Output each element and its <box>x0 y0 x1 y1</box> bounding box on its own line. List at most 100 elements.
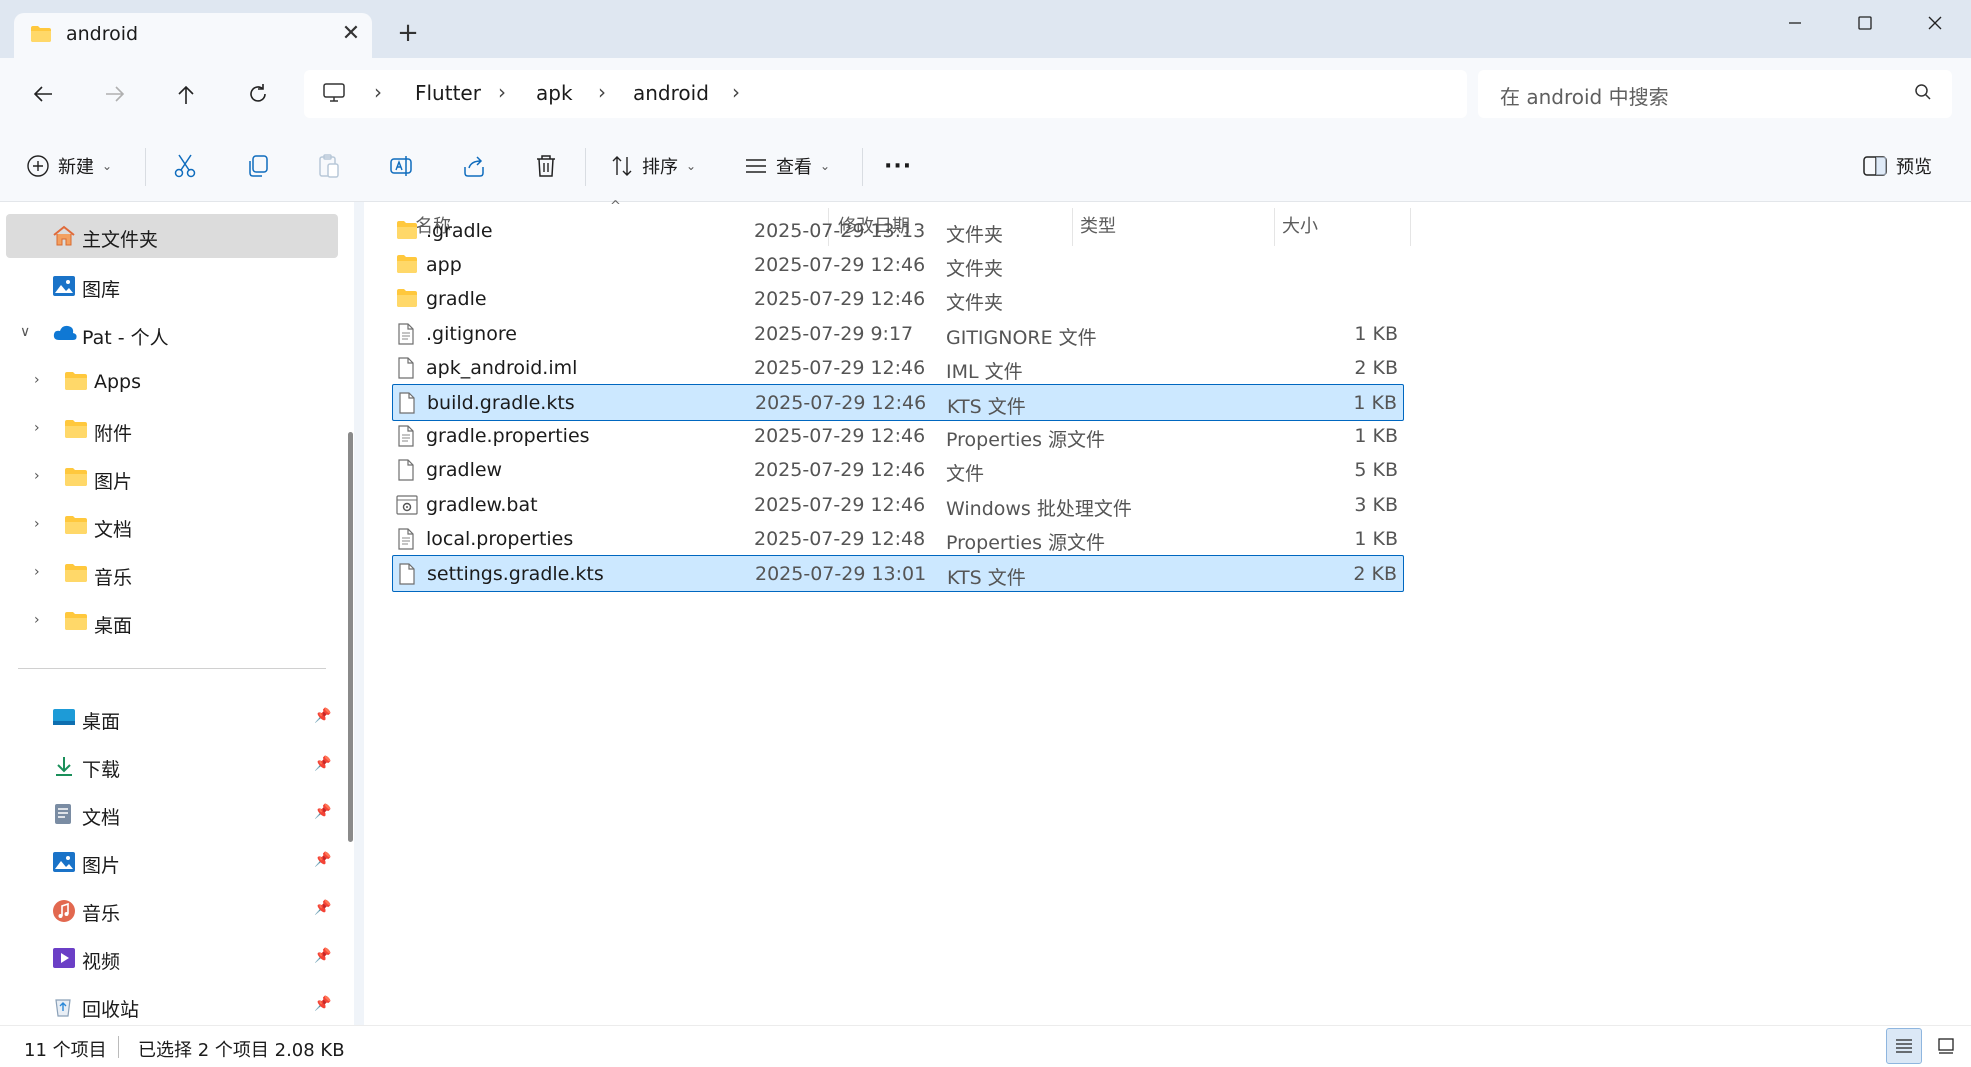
file-name: apk_android.iml <box>426 356 578 379</box>
sidebar-divider <box>18 668 326 669</box>
rename-button[interactable] <box>389 148 415 184</box>
paste-button[interactable] <box>316 148 342 184</box>
details-view-button[interactable] <box>1886 1028 1922 1064</box>
selection-info: 已选择 2 个项目 2.08 KB <box>138 1040 345 1061</box>
delete-button[interactable] <box>533 148 559 184</box>
pin-icon[interactable]: 📌 <box>314 996 331 1012</box>
breadcrumb-flutter[interactable]: Flutter <box>415 81 481 105</box>
this-pc-icon[interactable] <box>322 82 346 109</box>
file-row[interactable]: apk_android.iml 2025-07-29 12:46 IML 文件 2 K… <box>392 350 1404 387</box>
sidebar-item-documents[interactable]: › 文档 <box>0 504 340 548</box>
chevron-right-icon[interactable]: › <box>34 420 40 436</box>
chevron-down-icon[interactable]: ∨ <box>20 324 30 340</box>
maximize-button[interactable] <box>1830 0 1900 46</box>
share-button[interactable] <box>461 148 487 184</box>
sidebar-scrollbar[interactable] <box>348 432 353 842</box>
pin-icon[interactable]: 📌 <box>314 804 331 820</box>
chevron-right-icon[interactable]: › <box>34 612 40 628</box>
cloud-icon <box>52 323 77 345</box>
address-bar[interactable]: › Flutter › apk › android › <box>304 70 1467 118</box>
pin-icon[interactable]: 📌 <box>314 948 331 964</box>
column-divider[interactable] <box>1410 208 1411 246</box>
status-bar: 11 个项目 已选择 2 个项目 2.08 KB <box>0 1025 1971 1067</box>
cut-button[interactable] <box>172 148 198 184</box>
file-row[interactable]: .gradle 2025-07-29 13:13 文件夹 <box>392 213 1404 250</box>
sidebar-item-onedrive[interactable]: ∨ Pat - 个人 <box>0 312 340 356</box>
more-options-button[interactable]: ··· <box>884 148 912 184</box>
pin-icon[interactable]: 📌 <box>314 708 331 724</box>
new-button[interactable]: 新建 ⌄ <box>26 148 112 184</box>
file-name: .gitignore <box>426 322 517 345</box>
file-row[interactable]: app 2025-07-29 12:46 文件夹 <box>392 247 1404 284</box>
sidebar-item-attachments[interactable]: › 附件 <box>0 408 340 452</box>
breadcrumb-android[interactable]: android <box>633 81 709 105</box>
minimize-button[interactable] <box>1760 0 1830 46</box>
file-row[interactable]: build.gradle.kts 2025-07-29 12:46 KTS 文件 1 … <box>392 384 1404 421</box>
chevron-right-icon[interactable]: › <box>374 80 382 104</box>
forward-button[interactable] <box>95 74 135 114</box>
chevron-right-icon[interactable]: › <box>34 372 40 388</box>
divider <box>145 148 146 186</box>
file-name: gradlew <box>426 459 503 482</box>
quick-access-videos[interactable]: 视频 📌 <box>0 936 340 980</box>
file-icon <box>396 357 416 384</box>
sidebar-item-pictures[interactable]: › 图片 <box>0 456 340 500</box>
chevron-right-icon[interactable]: › <box>598 80 606 104</box>
search-icon[interactable] <box>1914 83 1932 106</box>
chevron-right-icon[interactable]: › <box>498 80 506 104</box>
sidebar-item-home[interactable]: 主文件夹 <box>6 214 338 258</box>
file-type: 文件 <box>946 463 985 486</box>
tab-android[interactable]: android ✕ <box>14 13 372 58</box>
file-modified-date: 2025-07-29 12:46 <box>754 425 926 448</box>
pin-icon[interactable]: 📌 <box>314 756 331 772</box>
sort-button[interactable]: 排序 ⌄ <box>610 148 696 184</box>
quick-access-recycle-bin[interactable]: 回收站 📌 <box>0 984 340 1028</box>
preview-pane-icon <box>1863 156 1887 176</box>
sort-label: 排序 <box>642 157 678 178</box>
pin-icon[interactable]: 📌 <box>314 852 331 868</box>
sidebar-item-desktop-folder[interactable]: › 桌面 <box>0 600 340 644</box>
up-button[interactable] <box>166 74 206 114</box>
sidebar-item-gallery[interactable]: 图库 <box>0 264 340 308</box>
file-name: build.gradle.kts <box>427 392 575 414</box>
file-row[interactable]: gradlew.bat 2025-07-29 12:46 Windows 批处理文件… <box>392 487 1404 524</box>
file-row[interactable]: .gitignore 2025-07-29 9:17 GITIGNORE 文件 1 K… <box>392 316 1404 353</box>
preview-pane-button[interactable]: 预览 <box>1862 148 1932 184</box>
search-input[interactable]: 在 android 中搜索 <box>1478 70 1952 118</box>
folder-icon <box>396 254 418 279</box>
chevron-right-icon[interactable]: › <box>34 468 40 484</box>
close-window-button[interactable] <box>1900 0 1970 46</box>
new-tab-button[interactable]: + <box>393 18 423 48</box>
tiles-view-button[interactable] <box>1928 1028 1964 1064</box>
refresh-button[interactable] <box>238 74 278 114</box>
pin-icon[interactable]: 📌 <box>314 900 331 916</box>
quick-access-pictures[interactable]: 图片 📌 <box>0 840 340 884</box>
chevron-right-icon[interactable]: › <box>34 516 40 532</box>
sidebar-item-label: 文档 <box>82 807 121 829</box>
file-row[interactable]: settings.gradle.kts 2025-07-29 13:01 KTS 文… <box>392 555 1404 592</box>
file-row[interactable]: local.properties 2025-07-29 12:48 Properti… <box>392 521 1404 558</box>
file-row[interactable]: gradle 2025-07-29 12:46 文件夹 <box>392 281 1404 318</box>
back-button[interactable] <box>23 74 63 114</box>
quick-access-downloads[interactable]: 下载 📌 <box>0 744 340 788</box>
file-row[interactable]: gradle.properties 2025-07-29 12:46 Propert… <box>392 418 1404 455</box>
file-size: 2 KB <box>1353 563 1397 585</box>
chevron-right-icon[interactable]: › <box>34 564 40 580</box>
file-name: gradle.properties <box>426 425 590 448</box>
view-button[interactable]: 查看 ⌄ <box>744 148 830 184</box>
quick-access-music[interactable]: 音乐 📌 <box>0 888 340 932</box>
music-icon <box>52 899 76 922</box>
file-list: ^ 名称 修改日期 类型 大小 .gradle 2025-07-29 13:13 文… <box>364 199 1971 1025</box>
quick-access-documents[interactable]: 文档 📌 <box>0 792 340 836</box>
sidebar-item-music[interactable]: › 音乐 <box>0 552 340 596</box>
file-modified-date: 2025-07-29 13:01 <box>755 563 927 585</box>
breadcrumb-apk[interactable]: apk <box>536 81 573 105</box>
file-row[interactable]: gradlew 2025-07-29 12:46 文件 5 KB <box>392 452 1404 489</box>
copy-button[interactable] <box>245 148 271 184</box>
search-placeholder: 在 android 中搜索 <box>1500 85 1669 109</box>
chevron-right-icon[interactable]: › <box>732 80 740 104</box>
quick-access-desktop[interactable]: 桌面 📌 <box>0 696 340 740</box>
close-tab-icon[interactable]: ✕ <box>336 19 366 49</box>
file-modified-date: 2025-07-29 12:46 <box>754 288 926 311</box>
sidebar-item-apps[interactable]: › Apps <box>0 360 340 404</box>
